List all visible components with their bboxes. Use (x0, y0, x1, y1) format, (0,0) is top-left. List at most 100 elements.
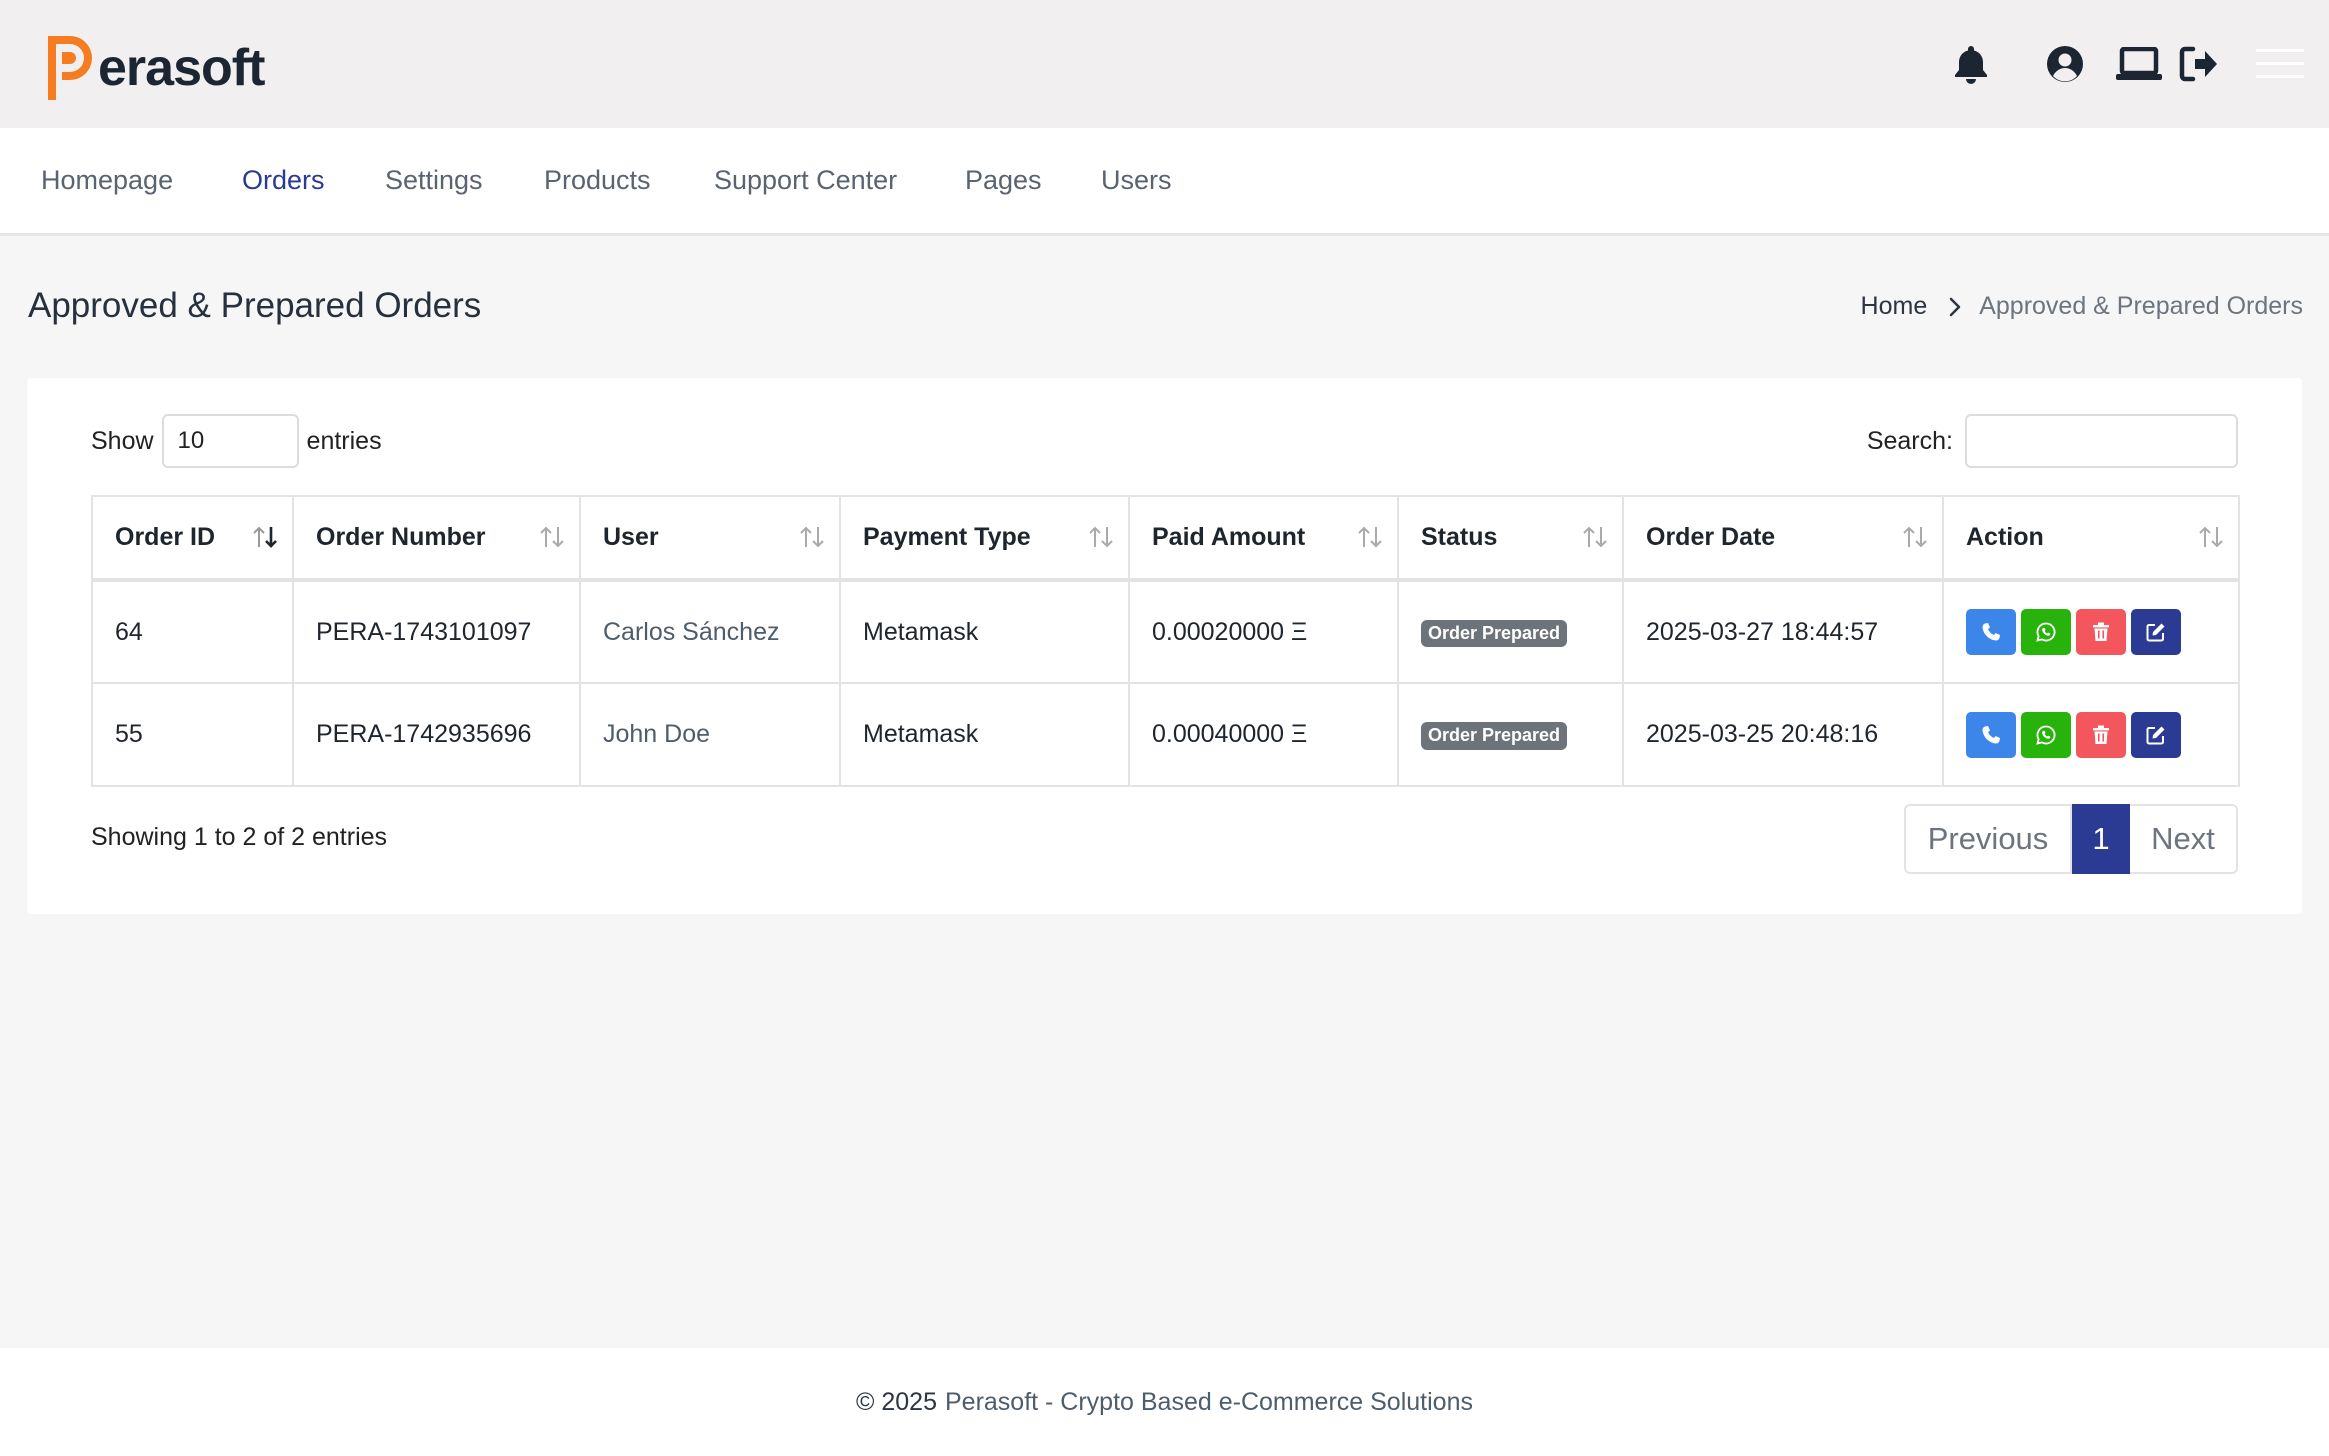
trash-icon (2093, 622, 2109, 641)
page-title: Approved & Prepared Orders (28, 286, 482, 325)
footer-copyright: © 2025 (856, 1387, 937, 1416)
edit-icon (2146, 726, 2165, 744)
sort-icon (1902, 525, 1928, 556)
column-header-action[interactable]: Action (1942, 495, 2240, 582)
top-header: erasoft (0, 0, 2329, 128)
footer: © 2025 Perasoft - Crypto Based e-Commerc… (0, 1348, 2329, 1456)
entries-label: entries (306, 426, 382, 455)
whatsapp-icon (2036, 725, 2056, 745)
perasoft-logo-icon (48, 36, 92, 100)
status-badge: Order Prepared (1421, 619, 1568, 648)
page-length-control: Show 10 entries (91, 414, 382, 468)
logo-text: erasoft (98, 39, 265, 97)
show-label: Show (91, 426, 154, 455)
column-header-label: Status (1421, 523, 1498, 551)
trash-icon (2093, 725, 2109, 744)
cell-paid-amount: 0.00040000 Ξ (1128, 682, 1399, 787)
cell-order-id: 64 (91, 579, 294, 684)
column-header-label: Order Date (1646, 523, 1776, 551)
main-nav: Homepage Orders Settings Products Suppor… (0, 128, 2329, 236)
user-circle-icon[interactable] (2041, 40, 2089, 88)
search-label: Search: (1866, 426, 1953, 455)
sort-icon (1357, 525, 1383, 556)
page-1-button[interactable]: 1 (2072, 804, 2130, 874)
search-input[interactable] (1965, 414, 2238, 468)
nav-item-orders[interactable]: Orders (242, 164, 325, 196)
nav-item-support-center[interactable]: Support Center (714, 164, 897, 196)
column-header-paid-amount[interactable]: Paid Amount (1128, 495, 1399, 582)
column-header-label: Order Number (316, 523, 486, 551)
table-row: 55 PERA-1742935696 John Doe Metamask 0.0… (91, 682, 2240, 787)
table-info: Showing 1 to 2 of 2 entries (91, 823, 388, 851)
cell-actions (1942, 579, 2240, 684)
cell-order-date: 2025-03-27 18:44:57 (1622, 579, 1944, 684)
column-header-user[interactable]: User (579, 495, 841, 582)
cell-status: Order Prepared (1397, 579, 1624, 684)
cell-status: Order Prepared (1397, 682, 1624, 787)
cell-actions (1942, 682, 2240, 787)
breadcrumb: Home Approved & Prepared Orders (1861, 292, 2303, 321)
laptop-icon[interactable] (2115, 40, 2163, 88)
cell-order-date: 2025-03-25 20:48:16 (1622, 682, 1944, 787)
phone-icon (1982, 725, 2000, 743)
column-header-label: Payment Type (863, 523, 1031, 551)
nav-item-pages[interactable]: Pages (965, 164, 1042, 196)
column-header-label: Paid Amount (1152, 523, 1306, 551)
nav-item-products[interactable]: Products (544, 164, 651, 196)
sort-icon (539, 525, 565, 556)
column-header-order-date[interactable]: Order Date (1622, 495, 1944, 582)
delete-button[interactable] (2076, 609, 2126, 655)
sort-icon (1088, 525, 1114, 556)
cell-payment-type: Metamask (839, 579, 1130, 684)
chevron-right-icon (1949, 297, 1961, 317)
call-button[interactable] (1966, 711, 2016, 758)
edit-button[interactable] (2131, 711, 2181, 758)
breadcrumb-current: Approved & Prepared Orders (1979, 292, 2303, 320)
cell-user-link[interactable]: John Doe (579, 682, 841, 787)
column-header-order-number[interactable]: Order Number (292, 495, 581, 582)
nav-item-homepage[interactable]: Homepage (41, 164, 173, 196)
logout-icon[interactable] (2175, 40, 2223, 88)
next-page-button[interactable]: Next (2130, 804, 2238, 874)
hamburger-menu-icon[interactable] (2255, 40, 2305, 88)
orders-card: Show 10 entries Search: Order ID Order N… (27, 378, 2302, 914)
previous-page-button[interactable]: Previous (1904, 804, 2072, 874)
column-header-label: Order ID (115, 523, 216, 551)
footer-brand-link[interactable]: Perasoft - Crypto Based e-Commerce Solut… (945, 1388, 1473, 1417)
status-badge: Order Prepared (1421, 722, 1568, 750)
orders-table-wrap: Order ID Order Number User Payment Type … (91, 495, 2240, 787)
whatsapp-button[interactable] (2021, 711, 2071, 758)
column-header-order-id[interactable]: Order ID (91, 495, 294, 582)
column-header-label: User (603, 523, 659, 551)
cell-user-link[interactable]: Carlos Sánchez (579, 579, 841, 684)
cell-order-number: PERA-1743101097 (292, 579, 581, 684)
nav-item-settings[interactable]: Settings (385, 164, 483, 196)
logo[interactable]: erasoft (42, 32, 265, 104)
search-control: Search: (1867, 414, 2238, 468)
cell-order-id: 55 (91, 682, 294, 787)
sort-icon (1582, 525, 1608, 556)
cell-order-number: PERA-1742935696 (292, 682, 581, 787)
pagination: Previous 1 Next (1904, 804, 2238, 874)
orders-table: Order ID Order Number User Payment Type … (91, 495, 2240, 787)
bell-icon[interactable] (1947, 40, 1995, 88)
phone-icon (1982, 623, 2000, 641)
table-row: 64 PERA-1743101097 Carlos Sánchez Metama… (91, 579, 2240, 684)
delete-button[interactable] (2076, 711, 2126, 758)
cell-payment-type: Metamask (839, 682, 1130, 787)
sort-icon (2198, 525, 2224, 556)
nav-item-users[interactable]: Users (1101, 164, 1172, 196)
column-header-label: Action (1966, 523, 2044, 551)
call-button[interactable] (1966, 609, 2016, 655)
edit-button[interactable] (2131, 609, 2181, 655)
column-header-status[interactable]: Status (1397, 495, 1624, 582)
edit-icon (2146, 623, 2165, 642)
sort-desc-icon (252, 525, 278, 556)
column-header-payment-type[interactable]: Payment Type (839, 495, 1130, 582)
sort-icon (799, 525, 825, 556)
table-header-row: Order ID Order Number User Payment Type … (91, 495, 2240, 582)
whatsapp-icon (2036, 622, 2056, 642)
whatsapp-button[interactable] (2021, 609, 2071, 655)
page-length-select[interactable]: 10 (161, 414, 299, 468)
breadcrumb-home[interactable]: Home (1861, 292, 1928, 321)
